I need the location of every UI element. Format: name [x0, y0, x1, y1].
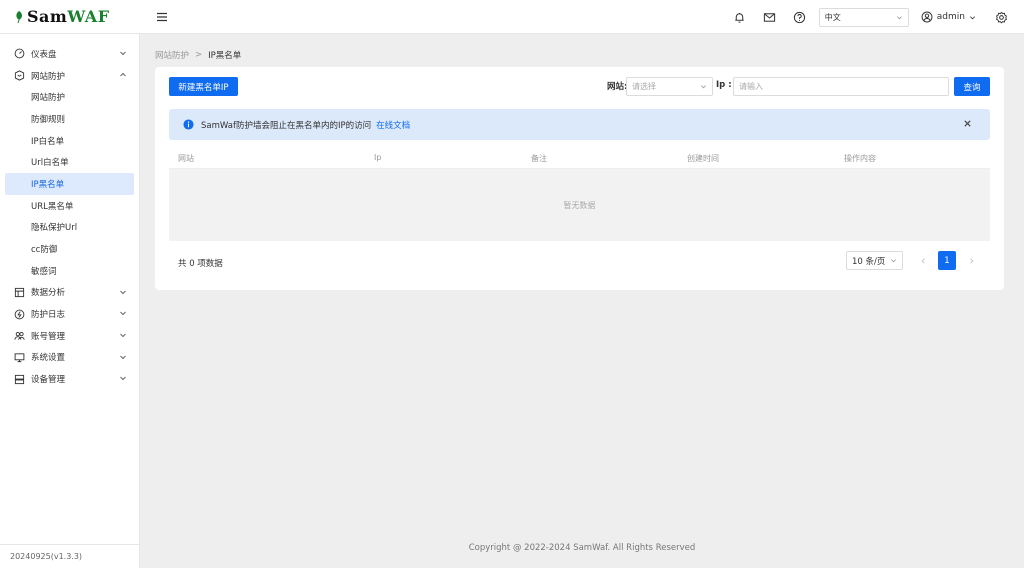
- bell-icon[interactable]: [733, 10, 747, 24]
- site-select-placeholder: 请选择: [632, 82, 656, 91]
- chevron-down-icon: [120, 376, 126, 381]
- user-menu[interactable]: admin: [921, 11, 976, 23]
- sidebar-group-system[interactable]: 系统设置: [0, 347, 139, 369]
- next-page-button[interactable]: [965, 254, 977, 268]
- sidebar-group-label: 防护日志: [31, 310, 66, 321]
- mail-icon[interactable]: [763, 10, 777, 24]
- chevron-down-icon: [120, 333, 126, 338]
- sidebar-group-devices[interactable]: 设备管理: [0, 368, 139, 390]
- footer-copyright: Copyright @ 2022-2024 SamWaf. All Rights…: [468, 543, 696, 553]
- column-header-created-time: 创建时间: [687, 154, 719, 163]
- chevron-down-icon: [896, 15, 902, 19]
- breadcrumb-current: IP黑名单: [208, 51, 242, 61]
- header-actions: 中文 admin: [725, 0, 1024, 34]
- sidebar-item-ip-blacklist[interactable]: IP黑名单: [5, 173, 134, 195]
- breadcrumb-parent[interactable]: 网站防护: [155, 49, 189, 61]
- main-card: 新建黑名单IP 网站: 请选择 Ip : 请输入 查询 SamWaf防护墙会阻止…: [155, 67, 1004, 290]
- chevron-down-icon: [120, 51, 126, 56]
- log-icon: [14, 309, 25, 319]
- chevron-up-icon: [120, 72, 126, 77]
- settings-gear-icon[interactable]: [994, 10, 1008, 24]
- chevron-down-icon: [891, 259, 896, 263]
- site-filter-label: 网站:: [607, 82, 628, 92]
- sidebar-item-privacy-url[interactable]: 隐私保护Url: [0, 217, 139, 239]
- sidebar-group-analytics[interactable]: 数据分析: [0, 282, 139, 304]
- sidebar-item-url-blacklist[interactable]: URL黑名单: [0, 195, 139, 217]
- monitor-icon: [14, 353, 25, 363]
- sidebar-group-label: 设备管理: [31, 375, 66, 386]
- chevron-down-icon: [120, 311, 126, 316]
- breadcrumb: 网站防护 > IP黑名单: [155, 49, 241, 61]
- help-icon[interactable]: [793, 10, 807, 24]
- ip-input-placeholder: 请输入: [739, 82, 763, 91]
- chevron-right-icon: [969, 258, 973, 264]
- column-header-operation: 操作内容: [844, 154, 876, 163]
- chart-icon: [14, 287, 25, 297]
- ip-filter-label: Ip :: [716, 80, 732, 90]
- chevron-down-icon: [970, 15, 975, 19]
- ip-input[interactable]: 请输入: [733, 77, 949, 96]
- dashboard-icon: [14, 48, 25, 59]
- info-icon: [183, 119, 194, 130]
- info-alert: SamWaf防护墙会阻止在黑名单内的IP的访问 在线文档: [169, 109, 990, 140]
- sidebar-group-label: 数据分析: [31, 288, 66, 299]
- sidebar-group-accounts[interactable]: 账号管理: [0, 325, 139, 347]
- sidebar-item-defense-rules[interactable]: 防御规则: [0, 108, 139, 130]
- new-blacklist-ip-button[interactable]: 新建黑名单IP: [169, 77, 238, 96]
- alert-message: SamWaf防护墙会阻止在黑名单内的IP的访问: [201, 120, 372, 131]
- sidebar-group-site-protect[interactable]: 网站防护: [0, 65, 139, 87]
- logo: SamWAF: [0, 0, 140, 34]
- prev-page-button[interactable]: [917, 254, 929, 268]
- brand-name: SamWAF: [27, 7, 110, 26]
- language-select[interactable]: 中文: [818, 7, 909, 27]
- column-header-site: 网站: [178, 154, 194, 163]
- close-icon[interactable]: [963, 119, 972, 128]
- table-header: 网站 Ip 备注 创建时间 操作内容: [169, 147, 990, 169]
- page-size-value: 10 条/页: [852, 256, 886, 267]
- sidebar-nav: 仪表盘 网站防护 网站防护 防御规则 IP白名单 Url白名单 IP黑名单 UR…: [0, 34, 139, 390]
- chevron-down-icon: [120, 355, 126, 359]
- user-icon: [921, 11, 933, 23]
- sidebar-item-ip-whitelist[interactable]: IP白名单: [0, 130, 139, 152]
- online-docs-link[interactable]: 在线文档: [376, 119, 410, 131]
- page-size-select[interactable]: 10 条/页: [846, 251, 903, 270]
- language-value: 中文: [824, 12, 841, 22]
- user-name: admin: [936, 12, 965, 22]
- column-header-ip: Ip: [374, 153, 382, 162]
- top-header: SamWAF 中文 admin: [0, 0, 1024, 34]
- sidebar-group-label: 账号管理: [31, 331, 66, 342]
- site-select[interactable]: 请选择: [626, 77, 713, 96]
- sidebar-group-label: 系统设置: [31, 353, 66, 364]
- chevron-left-icon: [921, 258, 925, 264]
- sidebar-item-cc-defense[interactable]: cc防御: [0, 238, 139, 260]
- leaf-icon: [16, 10, 22, 23]
- column-header-remark: 备注: [531, 154, 547, 163]
- shield-icon: [14, 70, 25, 81]
- table-empty-state: 暂无数据: [169, 169, 990, 241]
- chevron-down-icon: [120, 290, 126, 294]
- server-icon: [14, 374, 25, 384]
- sidebar-group-dashboard[interactable]: 仪表盘: [0, 43, 139, 65]
- sidebar-group-label: 仪表盘: [31, 49, 57, 60]
- brand-name-part2: WAF: [67, 7, 110, 26]
- sidebar-item-url-whitelist[interactable]: Url白名单: [0, 151, 139, 173]
- users-icon: [14, 332, 25, 341]
- query-button[interactable]: 查询: [954, 77, 990, 96]
- sidebar: 仪表盘 网站防护 网站防护 防御规则 IP白名单 Url白名单 IP黑名单 UR…: [0, 34, 140, 568]
- breadcrumb-separator: >: [195, 50, 203, 60]
- brand-name-part1: Sam: [27, 7, 68, 26]
- version-label: 20240925(v1.3.3): [0, 544, 140, 568]
- sidebar-item-site-protect[interactable]: 网站防护: [0, 86, 139, 108]
- sidebar-group-label: 网站防护: [31, 71, 66, 82]
- sidebar-group-logs[interactable]: 防护日志: [0, 303, 139, 325]
- page-number-button[interactable]: 1: [938, 251, 956, 270]
- menu-toggle-icon[interactable]: [155, 10, 169, 24]
- chevron-down-icon: [701, 85, 706, 89]
- total-count: 共 0 项数据: [178, 259, 223, 269]
- sidebar-item-sensitive-words[interactable]: 敏感词: [0, 260, 139, 282]
